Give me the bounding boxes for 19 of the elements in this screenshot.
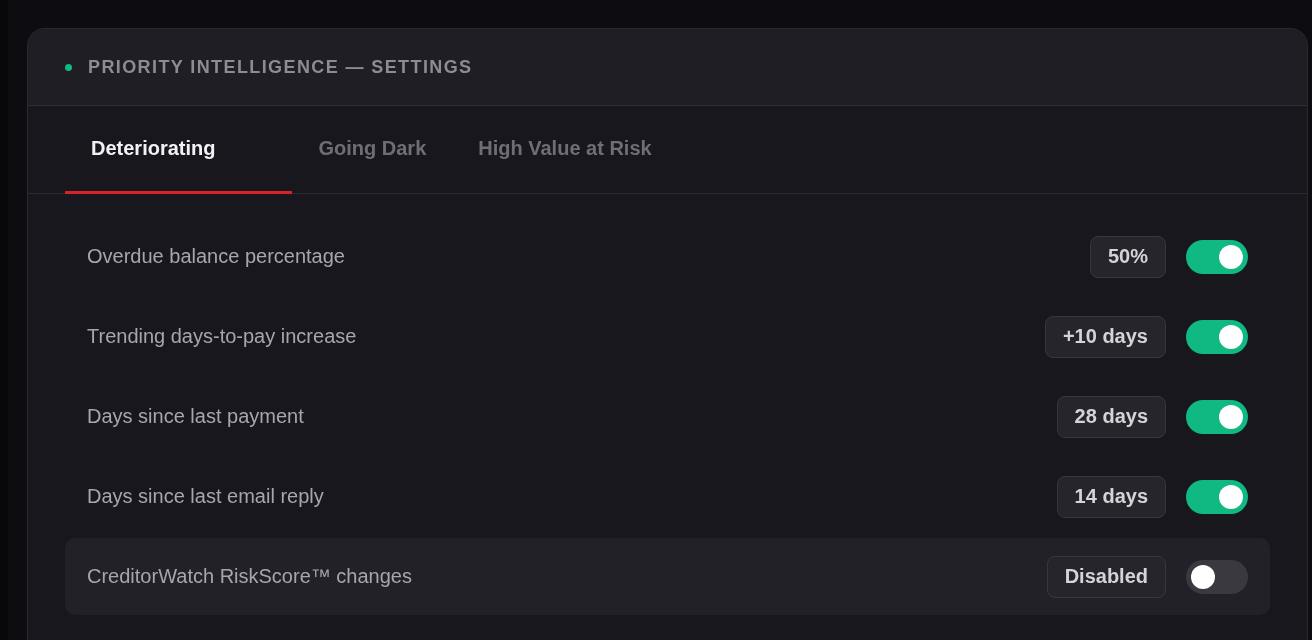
tab[interactable]: Going Dark [292,106,453,194]
toggle-switch[interactable] [1186,399,1248,434]
panel-title: PRIORITY INTELLIGENCE — SETTINGS [88,56,473,78]
value-badge[interactable]: Disabled [1046,555,1166,598]
setting-label: CreditorWatch RiskScore™ changes [87,565,413,588]
toggle-switch[interactable] [1186,239,1248,274]
tab[interactable]: High Value at Risk [452,106,678,194]
value-badge[interactable]: 28 days [1056,395,1166,438]
setting-label: Overdue balance percentage [87,245,346,268]
value-badge[interactable]: 14 days [1056,475,1166,518]
status-dot [65,63,72,71]
setting-label: Days since last payment [87,405,305,428]
setting-label: Trending days-to-pay increase [87,325,358,348]
value-badge[interactable]: +10 days [1044,315,1166,358]
toggle-switch[interactable] [1186,319,1248,354]
value-badge[interactable]: 50% [1089,235,1166,278]
tab[interactable]: Deteriorating [65,106,293,194]
toggle-switch[interactable] [1186,479,1248,514]
setting-label: Days since last email reply [87,485,325,508]
